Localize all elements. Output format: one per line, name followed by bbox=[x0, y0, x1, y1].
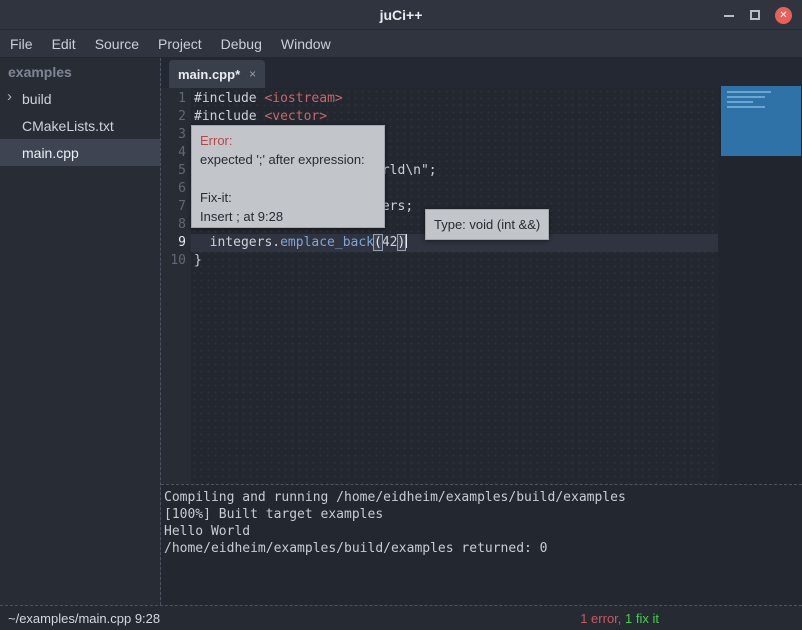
fixit-message: Insert ; at 9:28 bbox=[200, 207, 376, 226]
menu-item-edit[interactable]: Edit bbox=[52, 36, 76, 52]
line-number: 2 bbox=[161, 108, 191, 126]
minimize-icon[interactable] bbox=[723, 10, 735, 21]
line-number: 5 bbox=[161, 162, 191, 180]
terminal-line: [100%] Built target examples bbox=[164, 506, 802, 523]
file-tree: › build CMakeLists.txt main.cpp bbox=[0, 85, 160, 166]
menu-item-project[interactable]: Project bbox=[158, 36, 202, 52]
file-tree-sidebar: examples › build CMakeLists.txt main.cpp bbox=[0, 58, 160, 605]
menu-item-debug[interactable]: Debug bbox=[221, 36, 262, 52]
gutter: 12345678910 bbox=[161, 88, 191, 484]
fixit-count: 1 fix it bbox=[625, 611, 659, 626]
window-title: juCi++ bbox=[380, 7, 423, 23]
menu-bar: File Edit Source Project Debug Window bbox=[0, 30, 802, 58]
tooltip-spacer bbox=[200, 169, 376, 188]
main-area: examples › build CMakeLists.txt main.cpp ma… bbox=[0, 58, 802, 605]
status-bar: ~/examples/main.cpp 9:28 1 error, 1 fix … bbox=[0, 605, 802, 630]
terminal-line: Hello World bbox=[164, 523, 802, 540]
type-tooltip: Type: void (int &&) bbox=[425, 209, 549, 240]
code-token: ) bbox=[398, 235, 406, 250]
code-token: ( bbox=[374, 235, 382, 250]
code-token: <iostream> bbox=[264, 91, 342, 106]
code-token: integers. bbox=[194, 235, 280, 250]
minimap-line bbox=[727, 91, 771, 93]
diagnostic-tooltip: Error: expected ';' after expression: Fi… bbox=[191, 125, 385, 228]
tab-bar: main.cpp* × bbox=[161, 58, 802, 88]
line-number: 10 bbox=[161, 252, 191, 270]
tab-main-cpp[interactable]: main.cpp* × bbox=[169, 60, 265, 88]
editor-pane: main.cpp* × 12345678910 #include <iostre… bbox=[160, 58, 802, 605]
line-number: 7 bbox=[161, 198, 191, 216]
code-line[interactable]: #include <iostream> bbox=[194, 90, 718, 108]
tab-label: main.cpp* bbox=[178, 67, 240, 82]
chevron-right-icon[interactable]: › bbox=[7, 88, 12, 105]
maximize-icon[interactable] bbox=[750, 10, 760, 20]
tree-item-label: build bbox=[22, 91, 52, 107]
terminal-line: Compiling and running /home/eidheim/exam… bbox=[164, 489, 802, 506]
minimap-line bbox=[727, 101, 753, 103]
tab-close-icon[interactable]: × bbox=[249, 67, 256, 81]
code-line[interactable]: } bbox=[194, 252, 718, 270]
line-number: 3 bbox=[161, 126, 191, 144]
sidebar-item-main-cpp[interactable]: main.cpp bbox=[0, 139, 160, 166]
error-title: Error: bbox=[200, 131, 376, 150]
menu-item-source[interactable]: Source bbox=[95, 36, 139, 52]
overview-strip[interactable] bbox=[718, 88, 802, 484]
diagnostic-separator: , bbox=[618, 611, 625, 626]
terminal-output[interactable]: Compiling and running /home/eidheim/exam… bbox=[161, 484, 802, 605]
window-controls: ✕ bbox=[723, 0, 792, 30]
line-number: 8 bbox=[161, 216, 191, 234]
error-count: 1 error bbox=[580, 611, 618, 626]
line-number: 1 bbox=[161, 90, 191, 108]
menu-item-window[interactable]: Window bbox=[281, 36, 331, 52]
tree-item-label: main.cpp bbox=[22, 145, 79, 161]
minimap-line bbox=[727, 106, 765, 108]
project-name: examples bbox=[0, 58, 160, 85]
sidebar-item-build[interactable]: › build bbox=[0, 85, 160, 112]
text-caret bbox=[405, 234, 407, 248]
tree-item-label: CMakeLists.txt bbox=[22, 118, 114, 134]
line-number: 4 bbox=[161, 144, 191, 162]
code-token: #include bbox=[194, 91, 264, 106]
close-icon[interactable]: ✕ bbox=[775, 7, 792, 24]
status-diagnostics: 1 error, 1 fix it bbox=[580, 611, 659, 626]
code-token: #include bbox=[194, 109, 264, 124]
sidebar-item-cmakelists-txt[interactable]: CMakeLists.txt bbox=[0, 112, 160, 139]
menu-item-file[interactable]: File bbox=[10, 36, 33, 52]
title-bar[interactable]: juCi++ ✕ bbox=[0, 0, 802, 30]
minimap[interactable] bbox=[721, 86, 801, 156]
fixit-title: Fix-it: bbox=[200, 188, 376, 207]
code-token: <vector> bbox=[264, 109, 327, 124]
error-message: expected ';' after expression: bbox=[200, 150, 376, 169]
code-line[interactable]: #include <vector> bbox=[194, 108, 718, 126]
line-number: 6 bbox=[161, 180, 191, 198]
code-token: 42 bbox=[382, 235, 398, 250]
source-editor[interactable]: 12345678910 #include <iostream>#include … bbox=[161, 88, 802, 484]
minimap-line bbox=[727, 96, 765, 98]
line-number: 9 bbox=[161, 234, 191, 252]
code-token: emplace_back bbox=[280, 235, 374, 250]
status-file-location: ~/examples/main.cpp 9:28 bbox=[0, 611, 160, 626]
code-token: } bbox=[194, 253, 202, 268]
terminal-line: /home/eidheim/examples/build/examples re… bbox=[164, 540, 802, 557]
